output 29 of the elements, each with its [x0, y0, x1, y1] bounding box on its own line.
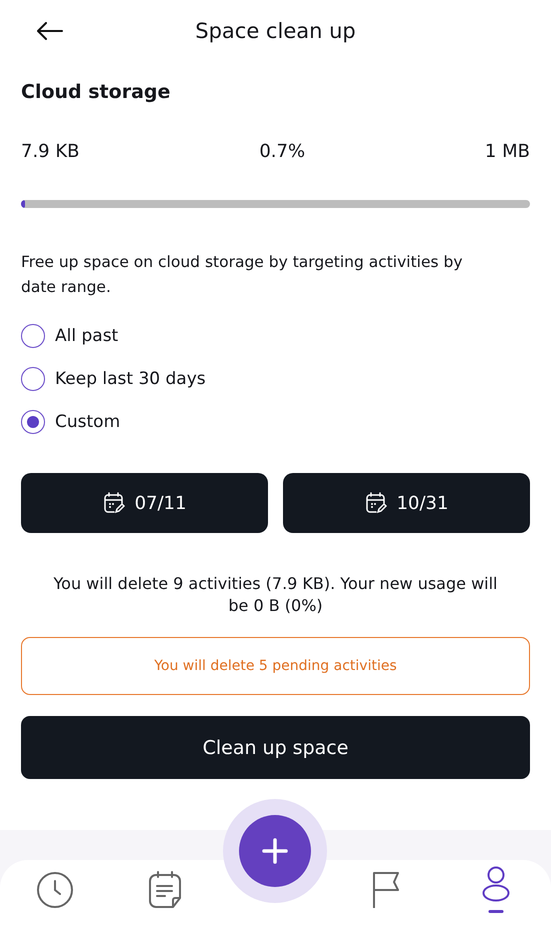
option-label[interactable]: Custom — [55, 412, 120, 432]
summary-text: You will delete 9 activities (7.9 KB). Your new usage will be 0 B (0%) — [52, 573, 498, 617]
radio-button[interactable] — [21, 410, 45, 434]
radio-button[interactable] — [21, 366, 45, 390]
warning-text: You will delete 5 pending activities — [154, 658, 397, 674]
option-label[interactable]: Keep last 30 days — [55, 368, 206, 388]
calendar-edit-icon — [102, 492, 125, 514]
usage-percent: 0.7% — [259, 141, 306, 162]
nav-tab[interactable] — [148, 871, 182, 909]
date-button[interactable]: 10/31 — [283, 473, 530, 533]
used-amount: 7.9 KB — [21, 141, 80, 162]
profile-icon — [480, 866, 511, 914]
total-amount: 1 MB — [484, 141, 530, 162]
section-title: Cloud storage — [21, 81, 172, 103]
option-label[interactable]: All past — [55, 326, 118, 346]
calendar-edit-icon — [364, 492, 387, 514]
screen-title: Space clean up — [195, 19, 356, 43]
plus-icon — [261, 837, 290, 865]
clean-up-button[interactable]: Clean up space — [21, 716, 530, 779]
back-arrow-icon[interactable] — [37, 22, 63, 40]
description-text: Free up space on cloud storage by targeting activities by date range. — [21, 252, 464, 298]
clock-icon — [36, 871, 74, 909]
nav-tab[interactable] — [370, 871, 401, 909]
flag-icon — [370, 871, 401, 909]
notepad-icon — [148, 871, 182, 909]
date-button[interactable]: 07/11 — [21, 473, 268, 533]
nav-tab[interactable] — [36, 871, 74, 909]
nav-tab[interactable] — [480, 866, 511, 914]
radio-button[interactable] — [21, 324, 45, 348]
